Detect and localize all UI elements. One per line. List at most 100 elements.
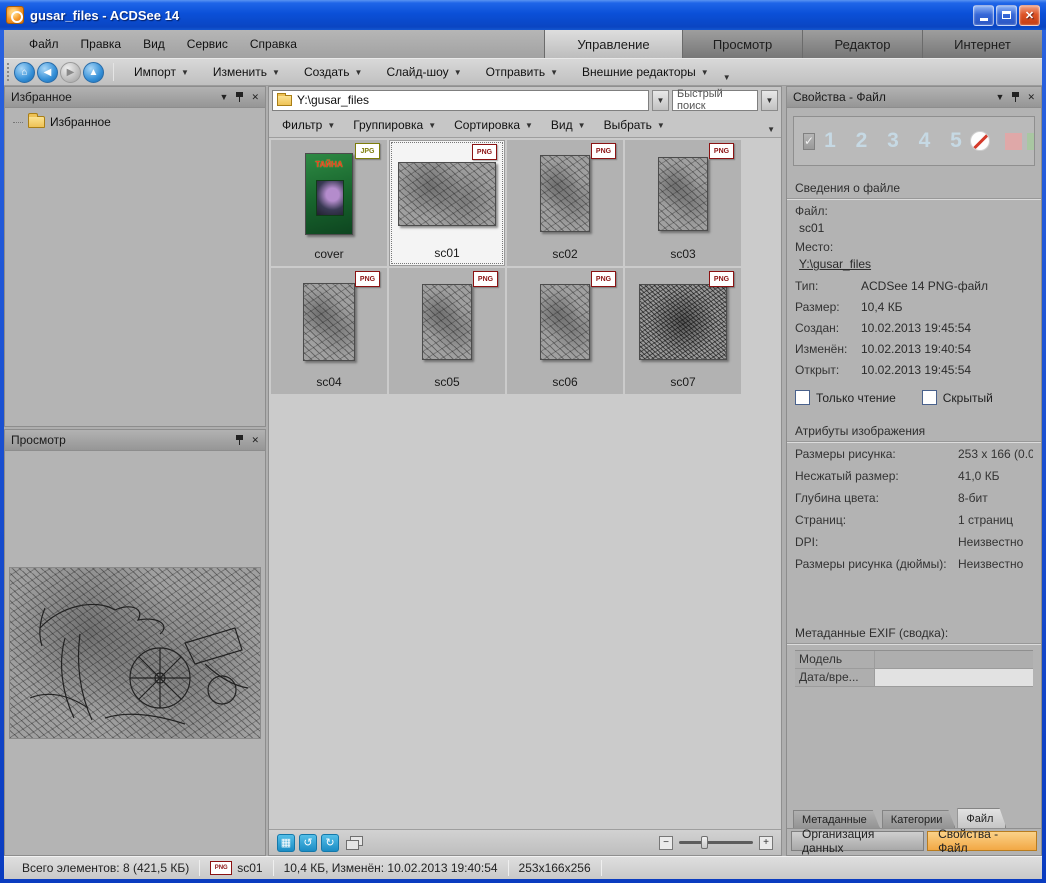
address-path: Y:\gusar_files [297,93,369,107]
chevron-down-icon[interactable]: ▼ [220,93,229,102]
forward-button[interactable]: ▶ [60,62,81,83]
menu-tools[interactable]: Сервис [176,37,239,51]
file-tile-sc03[interactable]: PNG sc03 [625,140,741,266]
create-button[interactable]: Создать▼ [292,60,375,84]
zoom-in-button[interactable]: + [759,836,773,850]
up-button[interactable]: ▲ [83,62,104,83]
color-label-red[interactable] [1005,133,1022,150]
tag-checkbox[interactable]: ✓ [803,133,815,150]
home-button[interactable]: ⌂ [14,62,35,83]
file-tile-sc01[interactable]: PNG sc01 [389,140,505,266]
zoom-slider[interactable] [679,841,753,844]
thumbnail-image[interactable] [540,155,590,232]
attr-label: Размеры рисунка: [795,447,958,461]
rotate-left-button[interactable]: ↺ [299,834,317,852]
close-icon[interactable]: ✕ [1027,93,1035,102]
file-tile-sc02[interactable]: PNG sc02 [507,140,623,266]
preview-panel-header[interactable]: Просмотр ✕ [5,430,265,451]
minimize-button[interactable] [973,5,994,26]
edit-button[interactable]: Изменить▼ [201,60,292,84]
address-dropdown-button[interactable]: ▼ [652,90,669,111]
quick-search-input[interactable]: Быстрый поиск [672,90,758,111]
color-label-green[interactable] [1027,133,1035,150]
favorites-panel: Избранное ▼ ✕ Избранное [4,86,266,427]
select-button[interactable]: Выбрать▼ [597,118,672,132]
external-editors-button[interactable]: Внешние редакторы▼ [570,60,721,84]
location-link[interactable]: Y:\gusar_files [795,254,1033,271]
menu-edit[interactable]: Правка [70,37,133,51]
address-input[interactable]: Y:\gusar_files [272,90,649,111]
thumbnail-image[interactable]: ТАЙНА [305,153,353,235]
status-dimensions: 253x166x256 [509,857,601,879]
checkbox-icon [795,390,810,405]
thumbnail-image[interactable] [639,284,727,360]
view-button[interactable]: Вид▼ [544,118,593,132]
readonly-checkbox[interactable]: Только чтение [795,390,896,405]
organize-data-button[interactable]: Организация данных [791,831,924,851]
no-rating-icon[interactable] [970,131,990,151]
tab-internet[interactable]: Интернет [922,30,1042,58]
thumbnail-image[interactable] [658,157,708,231]
tab-view[interactable]: Просмотр [682,30,802,58]
exif-row-model[interactable]: Модель [795,651,1033,669]
pin-icon[interactable] [1012,92,1019,102]
tab-manage[interactable]: Управление [544,30,682,58]
menu-view[interactable]: Вид [132,37,176,51]
thumbnail-image[interactable] [540,284,590,360]
filter-button[interactable]: Фильтр▼ [275,118,342,132]
thumbnail-image[interactable] [422,284,472,360]
sorting-button[interactable]: Сортировка▼ [447,118,540,132]
rating-digits[interactable]: 1 2 3 4 5 [824,129,969,153]
import-button[interactable]: Импорт▼ [122,60,201,84]
back-button[interactable]: ◀ [37,62,58,83]
toolbar-overflow-icon[interactable]: ▼ [723,73,731,85]
title-bar[interactable]: gusar_files - ACDSee 14 ✕ [0,0,1046,30]
zoom-out-button[interactable]: − [659,836,673,850]
attr-value: Неизвестно [958,557,1023,571]
file-tile-cover[interactable]: JPG ТАЙНА cover [271,140,387,266]
search-dropdown-button[interactable]: ▼ [761,90,778,111]
format-badge-icon: PNG [591,271,616,287]
pin-icon[interactable] [236,92,243,102]
menu-help[interactable]: Справка [239,37,308,51]
pin-icon[interactable] [236,435,243,445]
readonly-label: Только чтение [816,391,896,405]
chevron-down-icon[interactable]: ▼ [996,93,1005,102]
tab-categories[interactable]: Категории [882,810,956,828]
file-tile-sc07[interactable]: PNG sc07 [625,268,741,394]
chevron-down-icon: ▼ [550,68,558,77]
grouping-button[interactable]: Группировка▼ [346,118,443,132]
close-button[interactable]: ✕ [1019,5,1040,26]
filter-overflow-icon[interactable]: ▼ [767,125,775,137]
menu-file[interactable]: Файл [18,37,70,51]
created-label: Создан: [795,321,861,335]
file-tile-sc05[interactable]: PNG sc05 [389,268,505,394]
thumbnail-grid: JPG ТАЙНА cover PNG sc01 PNG sc02 PNG [269,137,781,829]
file-tile-sc06[interactable]: PNG sc06 [507,268,623,394]
close-icon[interactable]: ✕ [251,93,259,102]
compare-windows-icon[interactable] [346,836,362,849]
thumbnail-image[interactable] [303,283,355,361]
delete-button[interactable]: ▦ [277,834,295,852]
file-value: sc01 [795,218,1033,235]
hidden-checkbox[interactable]: Скрытый [922,390,993,405]
maximize-button[interactable] [996,5,1017,26]
exif-row-datetime[interactable]: Дата/вре... [795,669,1033,687]
properties-panel-header[interactable]: Свойства - Файл ▼ ✕ [787,87,1041,108]
rotate-right-button[interactable]: ↻ [321,834,339,852]
tab-editor[interactable]: Редактор [802,30,922,58]
properties-file-button[interactable]: Свойства - Файл [927,831,1037,851]
tab-metadata[interactable]: Метаданные [793,810,880,828]
favorites-panel-header[interactable]: Избранное ▼ ✕ [5,87,265,108]
zoom-slider-handle[interactable] [701,836,708,849]
file-tile-sc04[interactable]: PNG sc04 [271,268,387,394]
send-button[interactable]: Отправить▼ [474,60,570,84]
close-icon[interactable]: ✕ [251,436,259,445]
tab-file[interactable]: Файл [957,808,1006,828]
favorites-tree-item[interactable]: Избранное [5,108,265,129]
slideshow-button[interactable]: Слайд-шоу▼ [374,60,473,84]
app-surface: Файл Правка Вид Сервис Справка Управлени… [4,30,1042,879]
thumbnail-image[interactable] [398,162,496,226]
toolbar-grip[interactable] [7,63,9,81]
chevron-down-icon: ▼ [181,68,189,77]
